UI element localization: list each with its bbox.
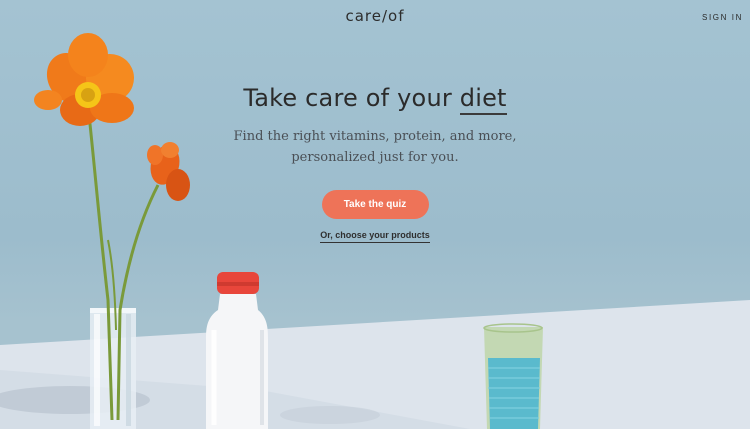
brand-logo[interactable]: care/of — [0, 7, 750, 25]
water-glass — [483, 323, 543, 429]
sign-in-link[interactable]: SIGN IN — [702, 13, 743, 22]
subtext-line-1: Find the right vitamins, protein, and mo… — [233, 129, 517, 144]
milk-bottle — [206, 272, 268, 429]
subtext-line-2: personalized just for you. — [291, 150, 459, 165]
hero-headline: Take care of your diet — [0, 84, 750, 115]
headline-prefix: Take care of your — [243, 84, 460, 112]
hero-content: Take care of your diet Find the right vi… — [0, 84, 750, 243]
headline-accent: diet — [459, 84, 507, 115]
hero-subtext: Find the right vitamins, protein, and mo… — [0, 126, 750, 168]
take-quiz-button[interactable]: Take the quiz — [321, 190, 429, 219]
choose-products-link[interactable]: Or, choose your products — [320, 230, 430, 243]
